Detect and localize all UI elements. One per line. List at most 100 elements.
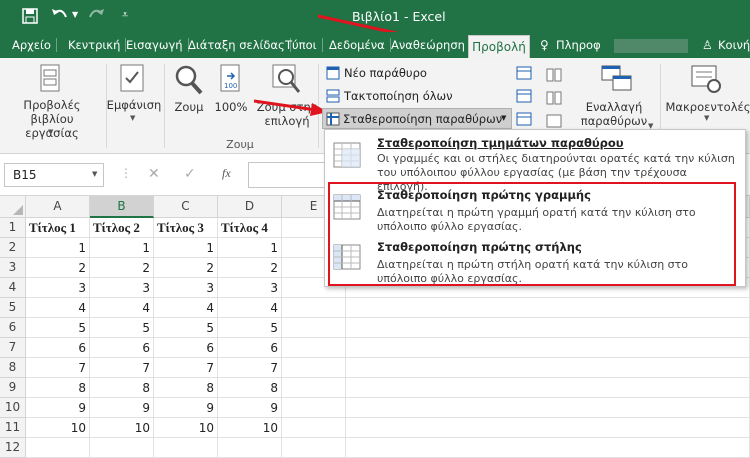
grid-cell[interactable]: 9	[154, 398, 218, 418]
grid-cell[interactable]: 3	[90, 278, 154, 298]
grid-cell[interactable]: 10	[26, 418, 90, 438]
grid-cell[interactable]: 3	[154, 278, 218, 298]
grid-cell[interactable]: 5	[218, 318, 282, 338]
grid-cell[interactable]: 3	[26, 278, 90, 298]
cancel-icon[interactable]: ✕	[148, 166, 160, 182]
macros-icon[interactable]	[690, 64, 724, 96]
grid-cell[interactable]	[282, 398, 346, 418]
grid-cell[interactable]	[346, 438, 750, 458]
new-window-button[interactable]: Νέο παράθυρο	[344, 66, 427, 80]
grid-cell[interactable]	[282, 438, 346, 458]
grid-cell[interactable]	[346, 418, 750, 438]
menu-item-freeze-panes[interactable]: Σταθεροποίηση τμημάτων παραθύρου Οι γραμ…	[325, 130, 745, 193]
column-header-d[interactable]: D	[218, 196, 282, 218]
grid-cell[interactable]	[154, 438, 218, 458]
zoom-selection-icon[interactable]	[272, 64, 302, 96]
save-icon[interactable]	[22, 8, 38, 24]
grid-cell[interactable]: 8	[90, 378, 154, 398]
name-box[interactable]: B15	[4, 163, 104, 187]
grid-cell[interactable]: 5	[26, 318, 90, 338]
grid-cell[interactable]: 8	[26, 378, 90, 398]
grid-cell[interactable]	[90, 438, 154, 458]
chevron-down-icon[interactable]: ▼	[72, 10, 78, 19]
grid-cell[interactable]: Τίτλος 3	[154, 218, 218, 238]
unhide-icon[interactable]	[516, 112, 532, 126]
grid-cell[interactable]: 5	[154, 318, 218, 338]
grid-cell[interactable]: 7	[154, 358, 218, 378]
grid-cell[interactable]: 7	[218, 358, 282, 378]
grid-cell[interactable]: Τίτλος 2	[90, 218, 154, 238]
grid-cell[interactable]: 10	[154, 418, 218, 438]
grid-cell[interactable]: 9	[218, 398, 282, 418]
grid-cell[interactable]	[346, 338, 750, 358]
row-header[interactable]: 8	[0, 358, 26, 378]
grid-cell[interactable]: 2	[90, 258, 154, 278]
tab-tell-me[interactable]: Πληροφ	[556, 38, 601, 52]
select-all-corner[interactable]	[0, 196, 26, 218]
column-header-a[interactable]: A	[26, 196, 90, 218]
row-header[interactable]: 5	[0, 298, 26, 318]
grid-cell[interactable]: 5	[90, 318, 154, 338]
tab-review[interactable]: Αναθεώρηση	[391, 38, 465, 52]
tab-insert[interactable]: Εισαγωγή	[126, 38, 189, 52]
grid-cell[interactable]: 6	[26, 338, 90, 358]
grid-cell[interactable]: 1	[154, 238, 218, 258]
arrange-all-button[interactable]: Τακτοποίηση όλων	[344, 89, 453, 103]
confirm-icon[interactable]: ✓	[184, 166, 196, 182]
row-header[interactable]: 10	[0, 398, 26, 418]
grid-cell[interactable]	[282, 418, 346, 438]
grid-cell[interactable]	[346, 378, 750, 398]
grid-cell[interactable]: 4	[90, 298, 154, 318]
grid-cell[interactable]	[282, 338, 346, 358]
grid-cell[interactable]: 2	[218, 258, 282, 278]
grid-cell[interactable]: 10	[90, 418, 154, 438]
tab-file[interactable]: Αρχείο	[12, 38, 57, 52]
grid-cell[interactable]: 3	[218, 278, 282, 298]
row-header[interactable]: 1	[0, 218, 26, 238]
grid-cell[interactable]	[346, 318, 750, 338]
grid-cell[interactable]	[346, 358, 750, 378]
redo-icon[interactable]	[88, 7, 106, 23]
grid-cell[interactable]: 4	[218, 298, 282, 318]
macros-button[interactable]: Μακροεντολές	[664, 100, 750, 114]
row-header[interactable]: 9	[0, 378, 26, 398]
zoom-100-button[interactable]: 100%	[210, 100, 252, 114]
row-header[interactable]: 12	[0, 438, 26, 458]
grid-cell[interactable]: Τίτλος 4	[218, 218, 282, 238]
undo-icon[interactable]	[50, 7, 70, 23]
hide-icon[interactable]	[516, 89, 532, 103]
show-button[interactable]: Εμφάνιση	[104, 98, 164, 112]
tab-data[interactable]: Δεδομένα	[329, 38, 391, 52]
chevron-down-icon[interactable]: ▼	[92, 170, 97, 178]
split-icon[interactable]	[516, 66, 532, 80]
grid-cell[interactable]	[282, 378, 346, 398]
tab-home[interactable]: Κεντρική	[68, 38, 127, 52]
insert-function-button[interactable]: fx	[222, 166, 231, 181]
grid-cell[interactable]: 6	[218, 338, 282, 358]
formula-input[interactable]	[248, 162, 324, 188]
customize-qat-icon[interactable]: ⩡	[122, 8, 128, 22]
grid-cell[interactable]: 9	[26, 398, 90, 418]
column-header-b[interactable]: B	[90, 196, 154, 218]
column-header-c[interactable]: C	[154, 196, 218, 218]
show-icon[interactable]	[120, 64, 146, 94]
magnifier-icon[interactable]	[174, 64, 204, 96]
grid-cell[interactable]: 2	[154, 258, 218, 278]
grid-cell[interactable]: 6	[154, 338, 218, 358]
row-header[interactable]: 4	[0, 278, 26, 298]
grid-cell[interactable]: 4	[154, 298, 218, 318]
grid-cell[interactable]: 4	[26, 298, 90, 318]
grid-cell[interactable]: 8	[218, 378, 282, 398]
row-header[interactable]: 2	[0, 238, 26, 258]
tab-view[interactable]: Προβολή	[468, 35, 530, 59]
switch-windows-button[interactable]: Εναλλαγή παραθύρων	[572, 100, 656, 128]
grid-cell[interactable]	[282, 318, 346, 338]
grid-cell[interactable]: 1	[90, 238, 154, 258]
grid-cell[interactable]: 6	[90, 338, 154, 358]
tab-page-layout[interactable]: Διάταξη σελίδας	[188, 38, 291, 52]
grid-cell[interactable]: 1	[26, 238, 90, 258]
grid-cell[interactable]: 7	[90, 358, 154, 378]
grid-cell[interactable]: 1	[218, 238, 282, 258]
tab-formulas[interactable]: Τύποι	[285, 38, 323, 52]
switch-windows-icon[interactable]	[600, 64, 634, 94]
